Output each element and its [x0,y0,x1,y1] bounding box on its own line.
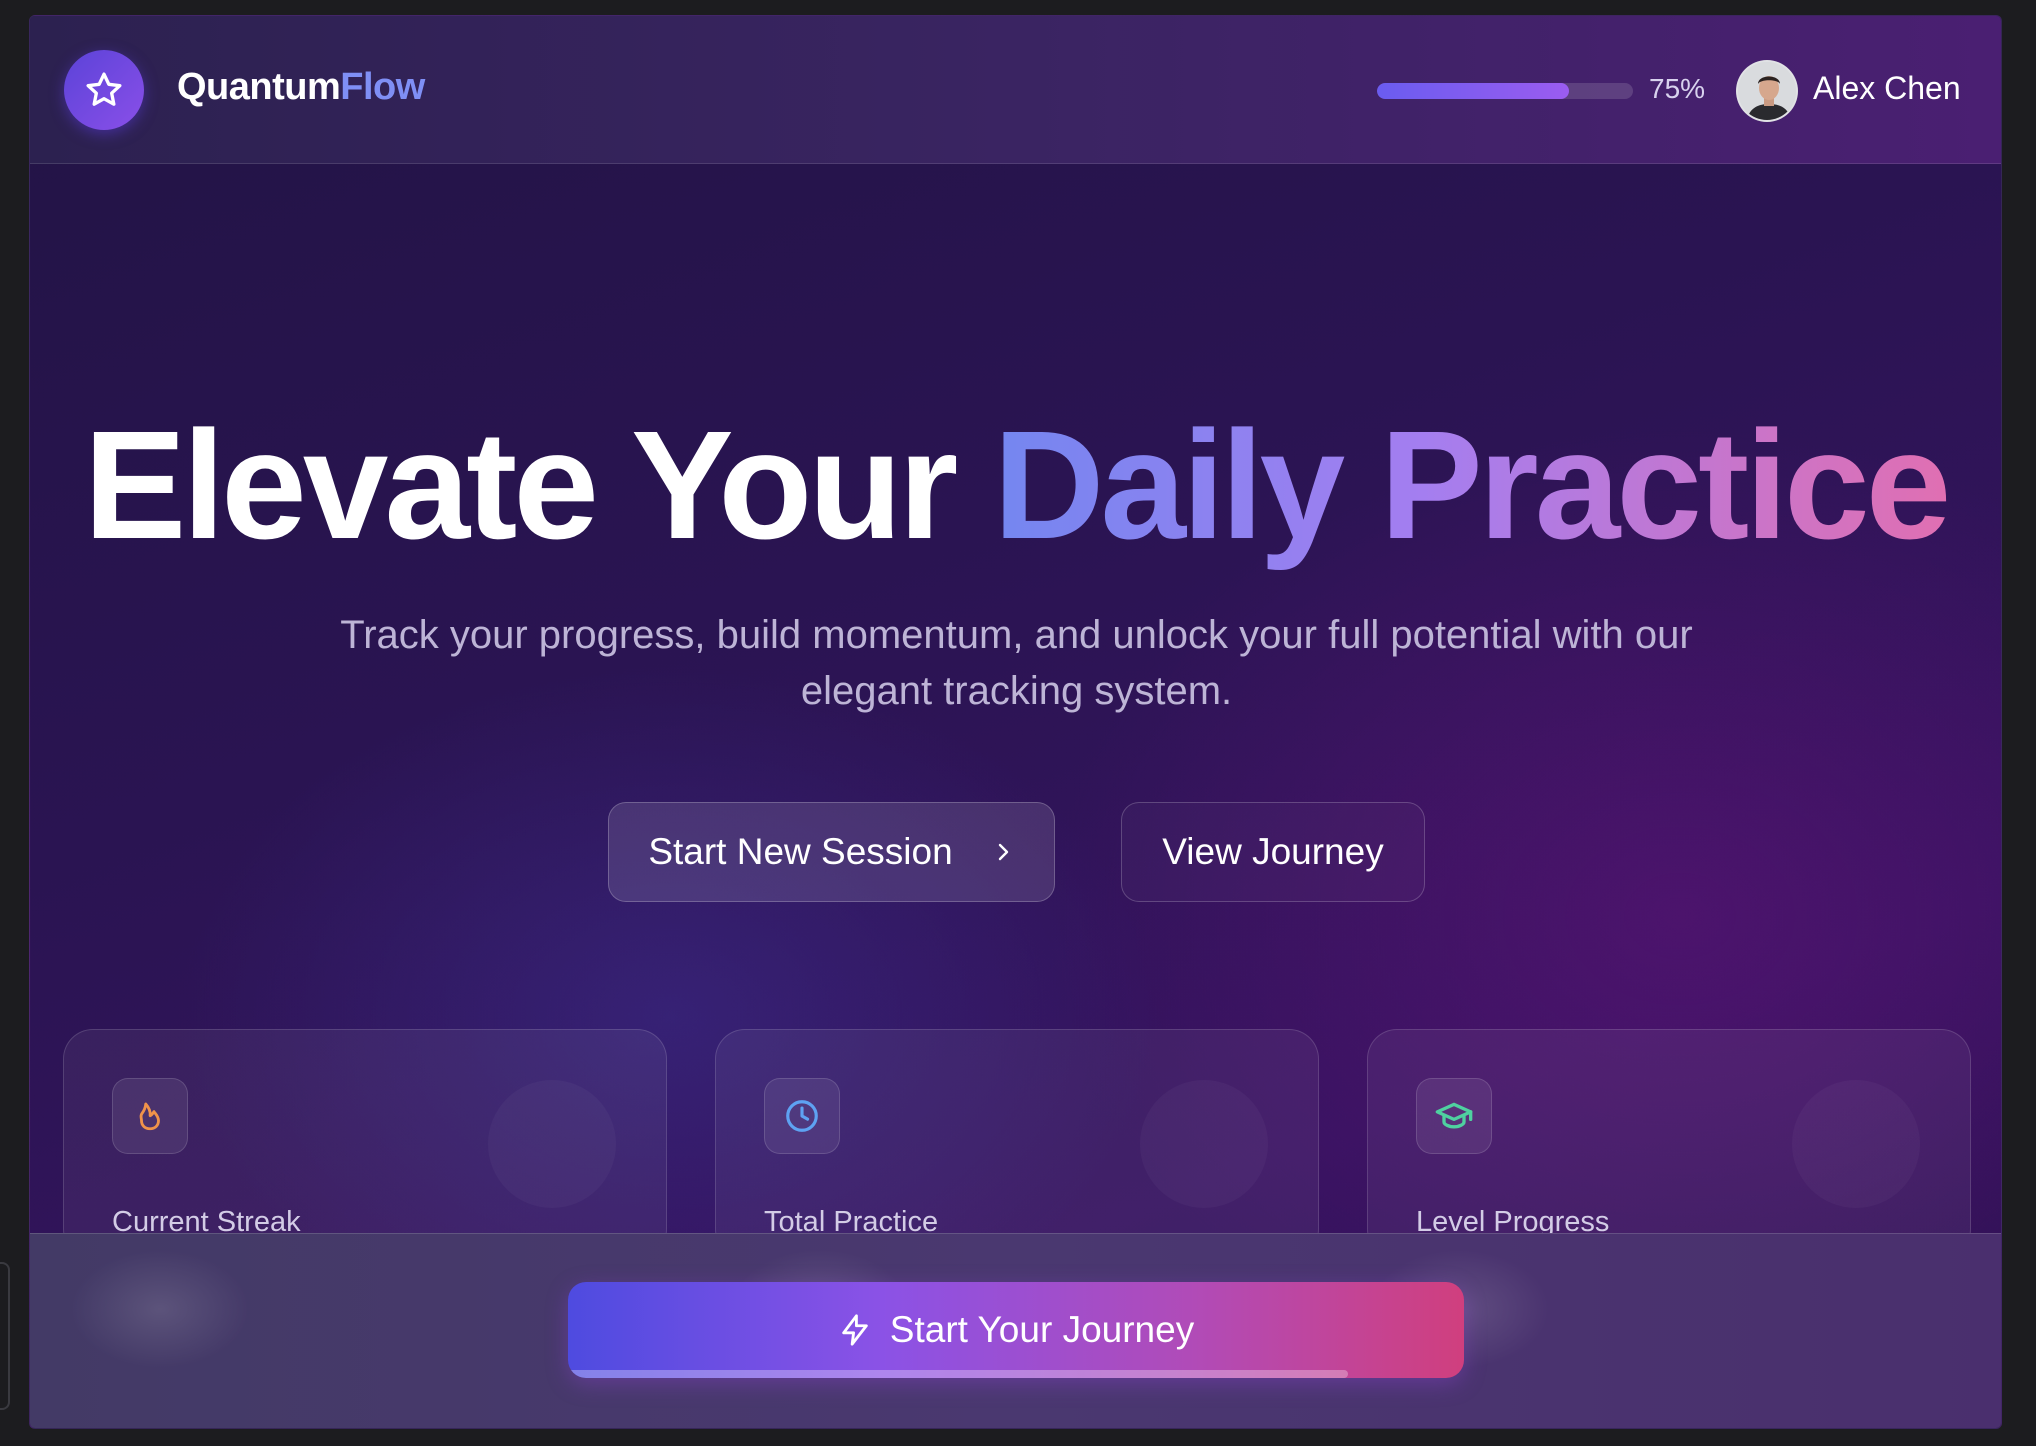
hero-subtitle: Track your progress, build momentum, and… [340,613,1693,713]
graduation-cap-icon [1435,1102,1473,1129]
chevron-right-icon [991,840,1015,864]
view-journey-label: View Journey [1162,831,1384,872]
star-icon [86,72,122,106]
stat-card-level-progress[interactable]: Level Progress [1367,1029,1971,1259]
start-new-session-label: Start New Session [648,831,953,872]
brand-accent: Flow [340,66,425,108]
stat-card-total-practice[interactable]: Total Practice [715,1029,1319,1259]
card-decoration [488,1080,616,1208]
stat-icon-box [112,1078,188,1154]
avatar[interactable] [1736,60,1798,122]
hero-title: Elevate Your Daily Practice [30,408,2001,562]
top-navbar: QuantumFlow 75% Alex Chen [30,16,2001,164]
brand-main: Quantum [177,66,341,108]
user-name[interactable]: Alex Chen [1813,70,1961,107]
card-decoration [1792,1080,1920,1208]
lightning-icon [838,1313,872,1347]
overall-progress-fill [1377,83,1569,99]
start-new-session-button[interactable]: Start New Session [608,802,1055,902]
window-edge-tab [0,1262,10,1410]
clock-icon [786,1100,818,1132]
stat-icon-box [1416,1078,1492,1154]
flame-icon [139,1102,160,1131]
user-photo-icon [1738,62,1796,120]
overall-progress-label: 75% [1649,73,1706,104]
brand-name[interactable]: QuantumFlow [177,66,425,109]
view-journey-button[interactable]: View Journey [1121,802,1425,902]
stat-icon-box [764,1078,840,1154]
hero-title-plain: Elevate Your [83,399,959,571]
stat-card-current-streak[interactable]: Current Streak [63,1029,667,1259]
overall-progress-bar [1377,83,1633,99]
card-decoration [1140,1080,1268,1208]
app-window: QuantumFlow 75% Alex Chen Elevate Your D… [29,15,2002,1429]
start-your-journey-button[interactable]: Start Your Journey [568,1282,1464,1378]
logo-badge[interactable] [64,50,144,130]
footer-glow [70,1249,250,1369]
cta-progress-indicator [568,1370,1348,1378]
start-your-journey-label: Start Your Journey [889,1309,1195,1350]
hero-title-gradient: Daily Practice [993,399,1951,571]
